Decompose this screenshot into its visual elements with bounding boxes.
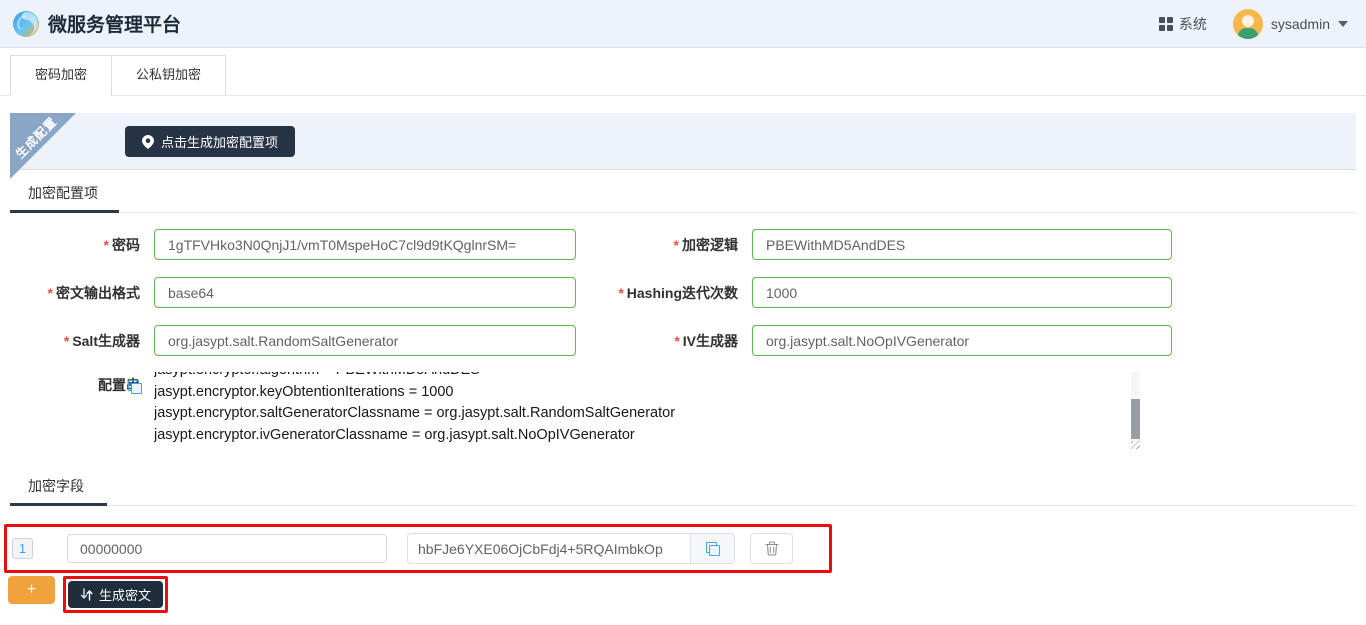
password-field[interactable] — [154, 229, 576, 260]
corner-ribbon: 生成配置 — [10, 113, 76, 179]
encrypt-config-form: *密码 *加密逻辑 *密文输出格式 *Hashing迭代次数 *Salt生成器 … — [10, 229, 1356, 356]
tab-keypair-encrypt[interactable]: 公私钥加密 — [111, 55, 226, 95]
salt-generator-field[interactable] — [154, 325, 576, 356]
section-underline — [10, 212, 1356, 213]
brand: 微服务管理平台 — [12, 10, 181, 38]
delete-row-button[interactable] — [750, 533, 793, 564]
config-string-row: 配置串 jasypt.encryptor.algorithm = PBEWith… — [10, 372, 1356, 449]
config-string-textarea[interactable]: jasypt.encryptor.algorithm = PBEWithMD5A… — [154, 372, 1140, 449]
section-title-config: 加密配置项 — [10, 183, 1356, 203]
field-label-salt-generator: *Salt生成器 — [10, 331, 140, 351]
plus-icon: + — [27, 581, 36, 598]
row-index-badge: 1 — [12, 538, 33, 559]
system-menu[interactable]: 系统 — [1159, 14, 1207, 34]
ciphertext-group — [407, 533, 735, 564]
config-string-label: 配置串 — [10, 372, 140, 449]
generate-cipher-button[interactable]: 生成密文 — [68, 581, 163, 608]
annotation-red-box-button: 生成密文 — [63, 576, 168, 613]
ciphertext-output[interactable] — [407, 533, 690, 564]
section-underline — [10, 505, 1356, 506]
scrollbar[interactable] — [1131, 372, 1140, 442]
sort-arrows-icon — [80, 588, 93, 601]
user-menu[interactable]: sysadmin — [1233, 9, 1348, 39]
config-line: jasypt.encryptor.saltGeneratorClassname … — [154, 403, 1126, 425]
avatar — [1233, 9, 1263, 39]
field-label-output-format: *密文输出格式 — [10, 283, 140, 303]
copy-icon — [706, 542, 720, 556]
section-title-fields: 加密字段 — [10, 476, 1356, 496]
username: sysadmin — [1271, 16, 1330, 32]
algorithm-field[interactable] — [752, 229, 1172, 260]
plaintext-input[interactable] — [67, 534, 387, 563]
field-label-hash-iterations: *Hashing迭代次数 — [590, 283, 738, 303]
add-row-button[interactable]: + — [8, 576, 55, 604]
iv-generator-field[interactable] — [752, 325, 1172, 356]
page-title: 微服务管理平台 — [48, 10, 181, 37]
tab-bar: 密码加密 公私钥加密 — [0, 48, 1366, 96]
generate-config-label: 点击生成加密配置项 — [161, 132, 278, 151]
generate-config-button[interactable]: 点击生成加密配置项 — [125, 126, 295, 157]
field-label-password: *密码 — [10, 235, 140, 255]
copy-ciphertext-button[interactable] — [690, 533, 735, 564]
grid-icon — [1159, 17, 1173, 31]
scrollbar-thumb[interactable] — [1131, 399, 1140, 439]
copy-icon[interactable] — [128, 380, 142, 394]
generate-cipher-label: 生成密文 — [99, 585, 151, 604]
hash-iterations-field[interactable] — [752, 277, 1172, 308]
app-logo-icon — [12, 10, 40, 38]
field-label-iv-generator: *IV生成器 — [590, 331, 738, 351]
chevron-down-icon — [1338, 21, 1348, 27]
app-header: 微服务管理平台 系统 sysadmin — [0, 0, 1366, 48]
ribbon-label: 生成配置 — [9, 110, 63, 164]
field-label-algorithm: *加密逻辑 — [590, 235, 738, 255]
tab-password-encrypt[interactable]: 密码加密 — [10, 55, 112, 96]
config-line: jasypt.encryptor.algorithm = PBEWithMD5A… — [154, 372, 1126, 382]
trash-icon — [765, 541, 779, 556]
annotation-red-box-row: 1 — [4, 524, 832, 573]
output-format-field[interactable] — [154, 277, 576, 308]
config-line: jasypt.encryptor.ivGeneratorClassname = … — [154, 425, 1126, 447]
resize-grip-icon[interactable] — [1131, 441, 1140, 449]
location-pin-icon — [142, 135, 154, 149]
generate-config-band: 生成配置 点击生成加密配置项 — [10, 113, 1356, 170]
system-menu-label: 系统 — [1179, 14, 1207, 34]
actions-row: + 生成密文 — [8, 576, 1366, 613]
config-line: jasypt.encryptor.keyObtentionIterations … — [154, 382, 1126, 404]
